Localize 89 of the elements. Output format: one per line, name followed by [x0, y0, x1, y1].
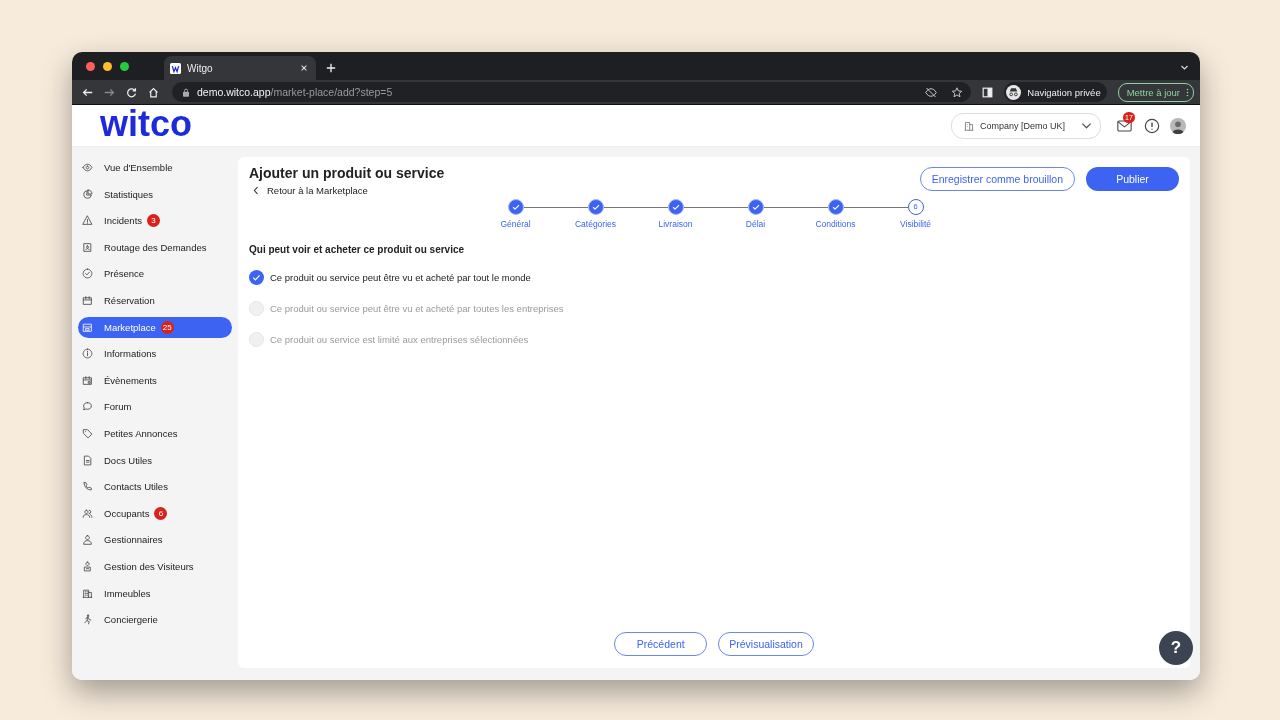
- sidebar-item[interactable]: Forum: [78, 396, 232, 418]
- chevron-left-icon: [253, 186, 259, 195]
- preview-button[interactable]: Prévisualisation: [718, 632, 814, 656]
- warning-icon: [82, 215, 93, 227]
- back-arrow-icon[interactable]: [82, 86, 93, 98]
- running-person-icon: [82, 614, 93, 626]
- chevron-down-icon[interactable]: [1180, 63, 1189, 72]
- step-done-icon[interactable]: [827, 199, 844, 215]
- step-done-icon[interactable]: [747, 199, 764, 215]
- url-host: demo.witco.app: [197, 86, 271, 98]
- sidebar-item[interactable]: Contacts Utiles: [78, 476, 232, 498]
- person-icon: [82, 534, 93, 546]
- step-label: Livraison: [658, 219, 693, 229]
- sidebar-item[interactable]: Incidents 3: [78, 210, 232, 232]
- forward-arrow-icon[interactable]: [104, 86, 115, 98]
- sidebar-item[interactable]: Évènements: [78, 369, 232, 391]
- step-done-icon[interactable]: [507, 199, 524, 215]
- step-done-icon[interactable]: [587, 199, 604, 215]
- chat-bubble-icon: [82, 401, 93, 413]
- sidebar-item[interactable]: Vue d'Ensemble: [78, 157, 232, 178]
- info-icon[interactable]: [1144, 117, 1160, 134]
- phone-icon: [82, 481, 93, 493]
- info-icon: [82, 348, 93, 360]
- sidebar-item[interactable]: Petites Annonces: [78, 422, 232, 444]
- minimize-window-icon[interactable]: [103, 61, 112, 71]
- contact-card-icon: [82, 241, 93, 253]
- maximize-window-icon[interactable]: [120, 61, 129, 71]
- building-icon: [82, 587, 93, 599]
- incognito-icon: [1006, 84, 1022, 100]
- sidebar-item[interactable]: Immeubles: [78, 582, 232, 604]
- page-title: Ajouter un produit ou service: [249, 165, 445, 181]
- question-label: Qui peut voir et acheter ce produit ou service: [249, 244, 466, 255]
- count-badge: 3: [147, 214, 161, 228]
- side-panel-icon[interactable]: [982, 86, 994, 98]
- publish-button[interactable]: Publier: [1086, 167, 1179, 191]
- favicon-icon: [170, 62, 181, 74]
- browser-tab[interactable]: Witgo: [164, 56, 316, 80]
- sidebar-item[interactable]: Occupants 6: [78, 502, 232, 524]
- sidebar-item[interactable]: Gestionnaires: [78, 529, 232, 551]
- sidebar-item[interactable]: Conciergerie: [78, 609, 232, 631]
- sidebar-item[interactable]: Réservation: [78, 289, 232, 311]
- new-tab-icon[interactable]: [326, 63, 336, 73]
- radio-option[interactable]: Ce produit ou service peut être vu et acheté par tout le monde: [249, 268, 1179, 286]
- lock-icon: [182, 87, 190, 97]
- avatar-icon[interactable]: [1170, 117, 1186, 134]
- sidebar-item[interactable]: Informations: [78, 343, 232, 365]
- building-icon: [963, 120, 974, 131]
- visitor-icon: [82, 560, 93, 572]
- more-icon[interactable]: [1186, 87, 1189, 97]
- sidebar-item[interactable]: Marketplace 25: [78, 316, 232, 338]
- home-icon[interactable]: [148, 86, 159, 98]
- eye-icon: [82, 162, 93, 173]
- url-path: /market-place/add?step=5: [270, 86, 393, 98]
- star-icon[interactable]: [951, 86, 964, 98]
- count-badge: 6: [154, 506, 168, 520]
- sidebar-item[interactable]: Docs Utiles: [78, 449, 232, 471]
- storefront-icon: [82, 321, 93, 333]
- update-button[interactable]: Mettre à jour: [1117, 82, 1194, 102]
- save-draft-button[interactable]: Enregistrer comme brouillon: [919, 167, 1075, 191]
- mail-icon[interactable]: [1117, 119, 1132, 132]
- pie-chart-icon: [82, 188, 93, 200]
- calendar-icon: [82, 294, 93, 306]
- step-label: Général: [500, 219, 531, 229]
- count-badge: 25: [160, 320, 174, 334]
- address-bar[interactable]: demo.witco.app/market-place/add?step=5: [172, 82, 972, 102]
- previous-button[interactable]: Précédent: [614, 632, 708, 656]
- document-icon: [82, 454, 93, 466]
- sidebar-item[interactable]: Gestion des Visiteurs: [78, 555, 232, 577]
- calendar-icon: [82, 374, 93, 386]
- company-select[interactable]: Company [Demo UK]: [950, 112, 1101, 139]
- people-icon: [82, 507, 93, 519]
- step-label: Conditions: [815, 219, 856, 229]
- step-label: Visibilité: [900, 219, 931, 229]
- step-label: Délai: [745, 219, 766, 229]
- sidebar-item[interactable]: Routage des Demandes: [78, 236, 232, 258]
- step-done-icon[interactable]: [667, 199, 684, 215]
- eye-slash-icon[interactable]: [925, 86, 938, 98]
- reload-icon[interactable]: [126, 86, 137, 98]
- tag-icon: [82, 427, 93, 439]
- sidebar-item[interactable]: Présence: [78, 263, 232, 285]
- close-window-icon[interactable]: [86, 61, 95, 71]
- step-label: Catégories: [574, 219, 617, 229]
- tab-title: Witgo: [187, 62, 214, 74]
- close-icon[interactable]: [300, 64, 308, 72]
- incognito-profile-button[interactable]: Navigation privée: [1004, 82, 1107, 102]
- sidebar-item[interactable]: Statistiques: [78, 183, 232, 205]
- back-link[interactable]: Retour à la Marketplace: [253, 185, 445, 196]
- logo[interactable]: witco: [100, 105, 192, 142]
- checked-radio-icon[interactable]: [249, 269, 264, 285]
